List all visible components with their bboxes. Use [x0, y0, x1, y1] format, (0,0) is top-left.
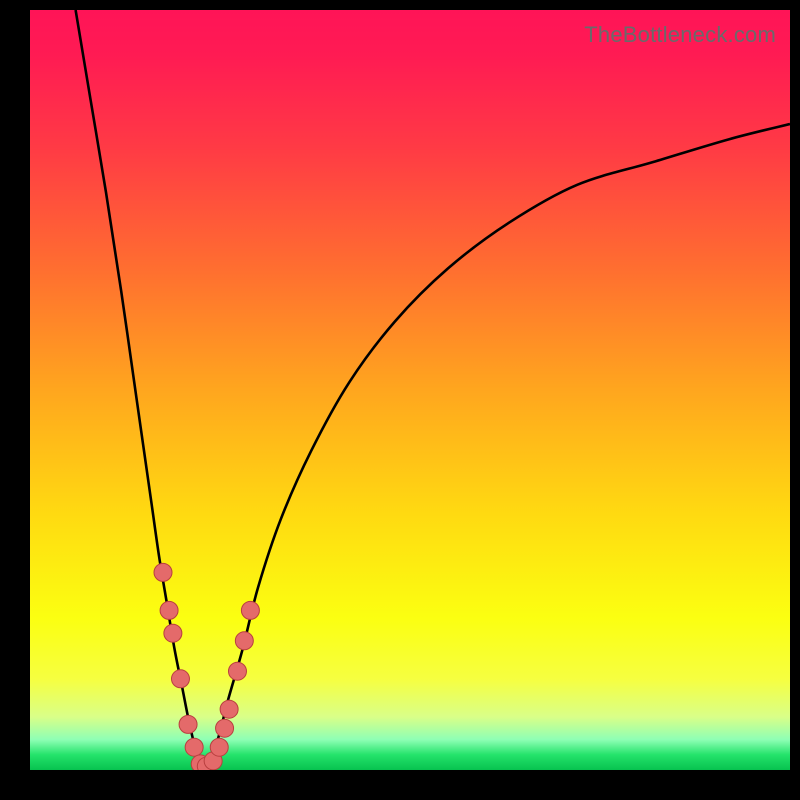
chart-frame: TheBottleneck.com: [0, 0, 800, 800]
left-curve: [76, 10, 205, 770]
data-point: [179, 715, 197, 733]
data-point-markers: [154, 563, 259, 770]
data-point: [185, 738, 203, 756]
watermark-text: TheBottleneck.com: [584, 22, 776, 48]
data-point: [216, 719, 234, 737]
data-point: [228, 662, 246, 680]
data-point: [171, 670, 189, 688]
data-point: [235, 632, 253, 650]
data-point: [164, 624, 182, 642]
curves-svg: [30, 10, 790, 770]
data-point: [210, 738, 228, 756]
data-point: [241, 601, 259, 619]
data-point: [160, 601, 178, 619]
data-point: [154, 563, 172, 581]
right-curve: [205, 124, 790, 770]
plot-area: TheBottleneck.com: [30, 10, 790, 770]
data-point: [220, 700, 238, 718]
